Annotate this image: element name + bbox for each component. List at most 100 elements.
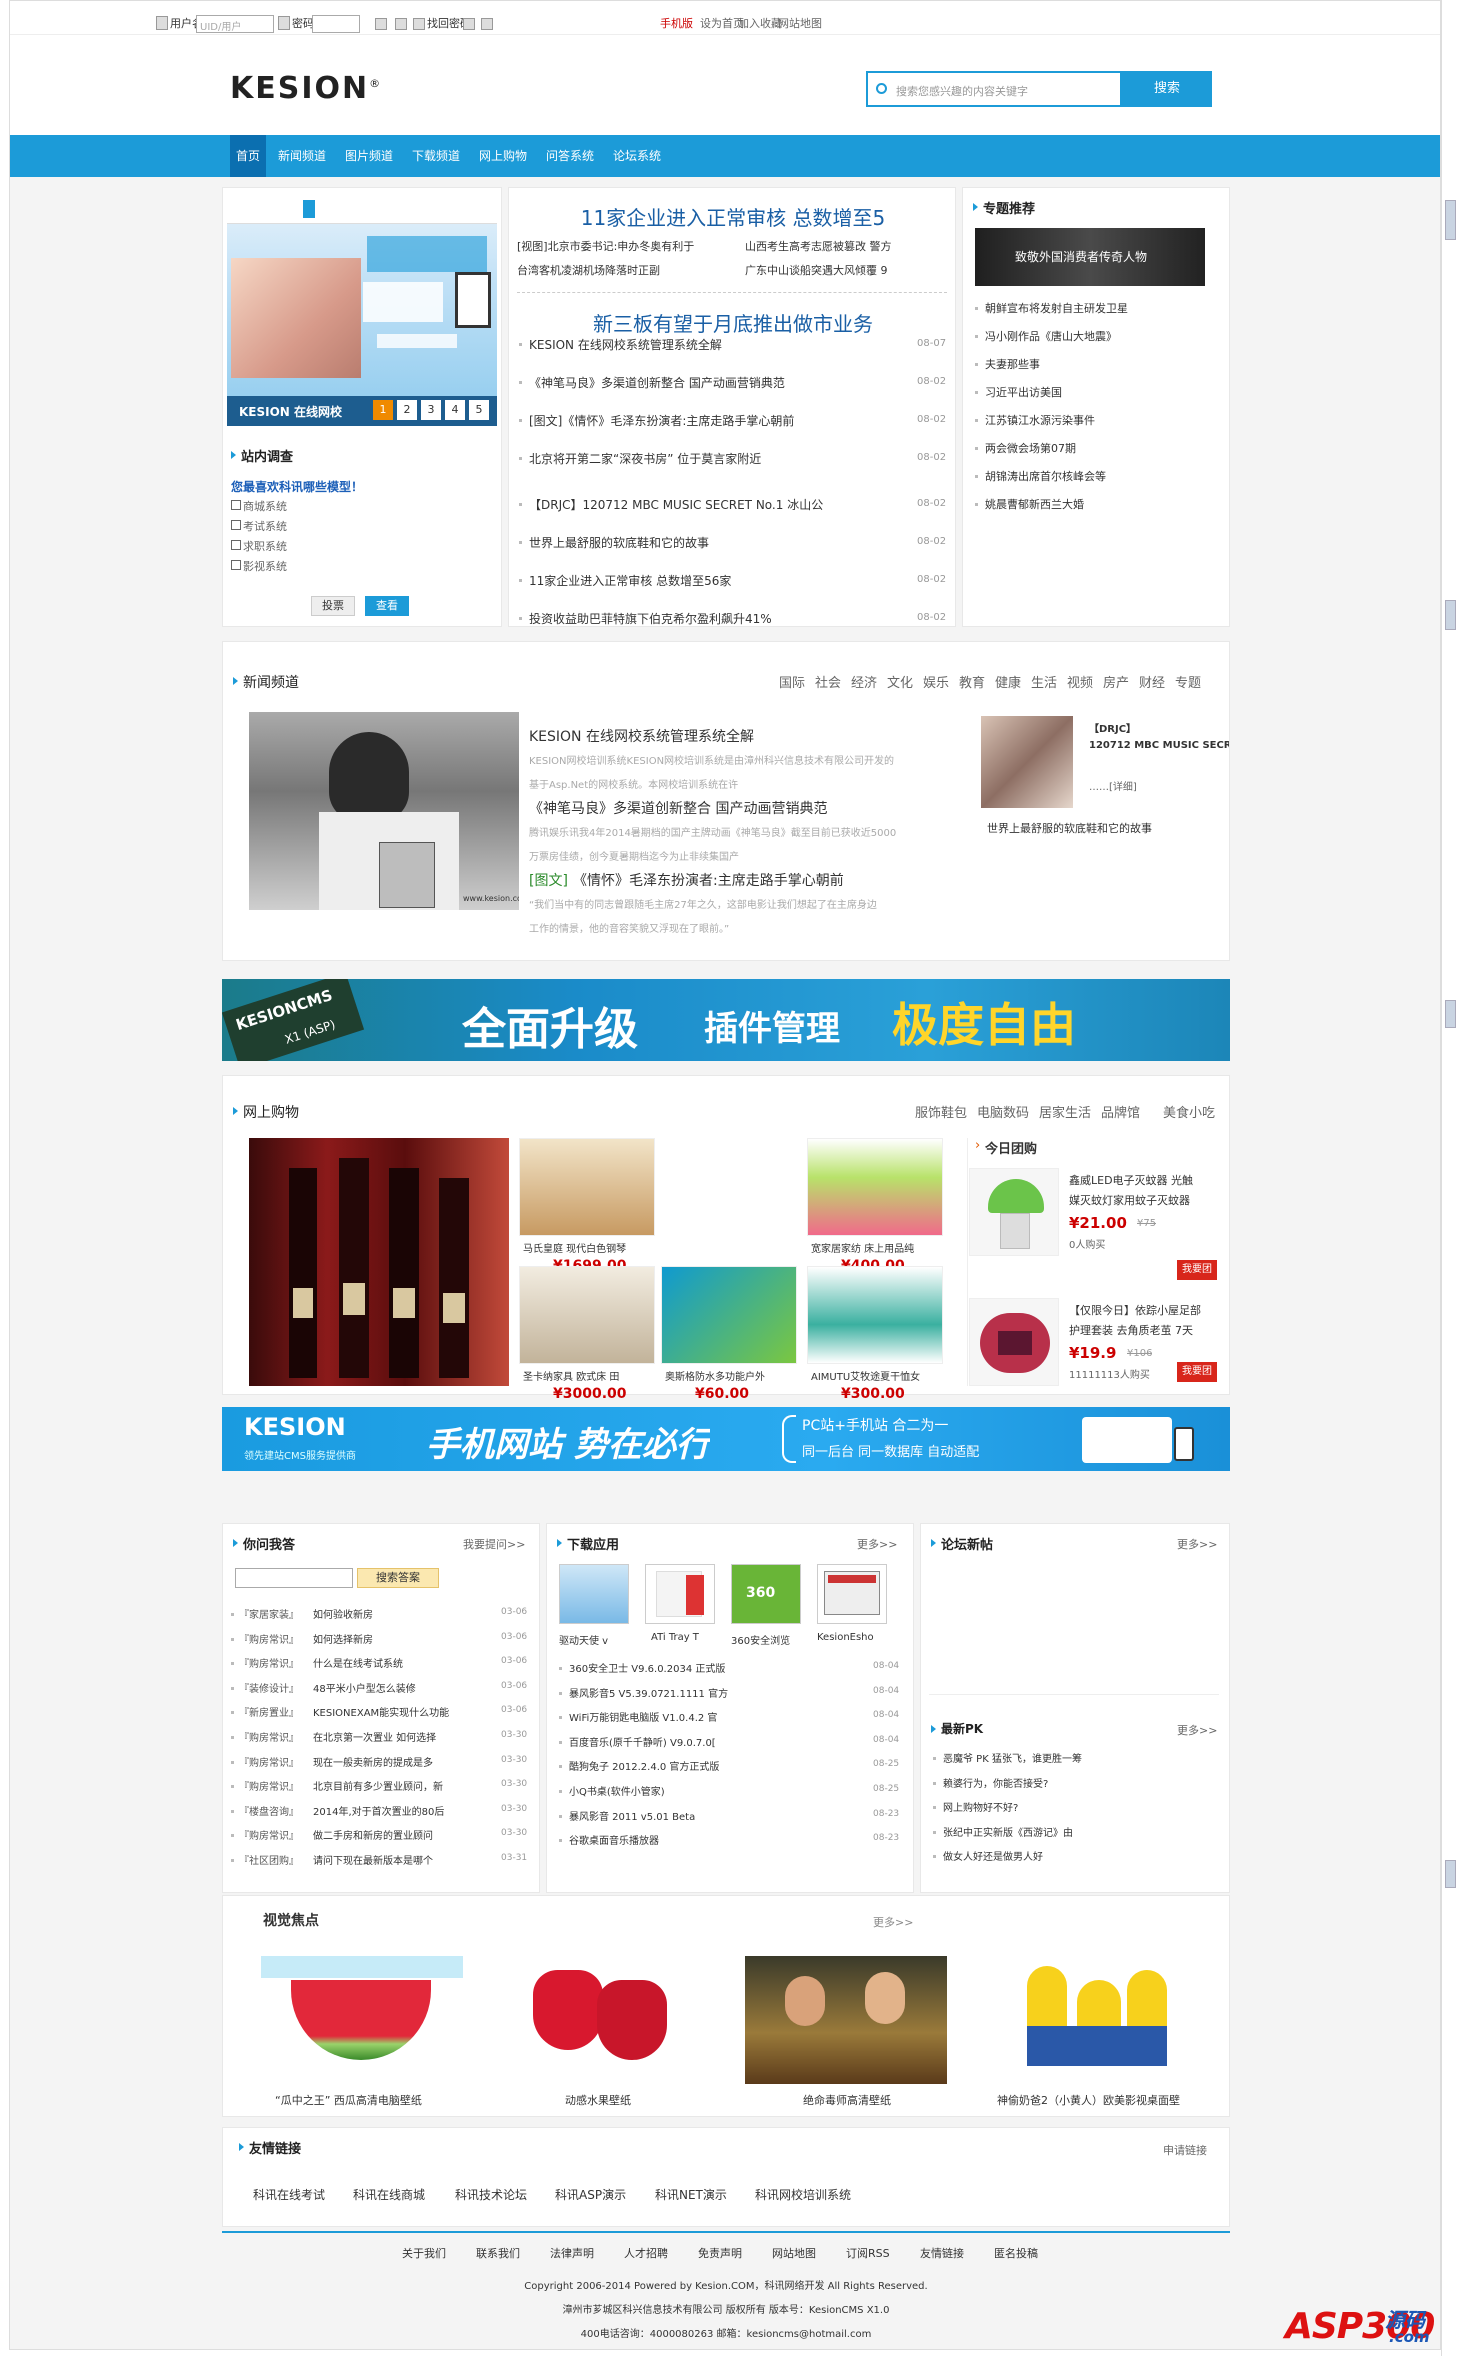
shop-item-name[interactable]: 奥斯格防水多功能户外 — [665, 1368, 795, 1383]
username-input[interactable]: UID/用户名/Email — [196, 15, 274, 48]
shop-item-image[interactable] — [807, 1138, 943, 1236]
news-item[interactable]: 《神笔马良》多渠道创新整合 国产动画营销典范 — [529, 374, 899, 391]
group-item-2-buy-button[interactable]: 我要团 — [1177, 1362, 1217, 1382]
forum-more-link[interactable]: 更多>> — [1177, 1536, 1217, 1552]
news-tab[interactable]: 专题 — [1175, 672, 1201, 691]
pk-item[interactable]: 张纪中正实新版《西游记》由 — [943, 1824, 1213, 1839]
shop-item-name[interactable]: AIMUTU艾牧途夏干恤女 — [811, 1368, 941, 1383]
app-name-3[interactable]: 360安全浏览 — [731, 1632, 790, 1647]
shop-item-image[interactable] — [519, 1138, 655, 1236]
site-logo[interactable]: KESION® — [230, 71, 382, 106]
group-item-1-name-1[interactable]: 鑫威LED电子灭蚊器 光触 — [1069, 1172, 1193, 1188]
nav-home[interactable]: 首页 — [230, 135, 267, 177]
pk-item[interactable]: 恶魔爷 PK 猛张飞，谁更胜一筹 — [943, 1750, 1213, 1765]
news-tab[interactable]: 娱乐 — [923, 672, 949, 691]
news-tab[interactable]: 房产 — [1103, 672, 1129, 691]
news-tab[interactable]: 健康 — [995, 672, 1021, 691]
news-article-1-title[interactable]: KESION 在线网校系统管理系统全解 — [529, 726, 754, 746]
group-item-1-image[interactable] — [969, 1168, 1059, 1256]
news-tab[interactable]: 国际 — [779, 672, 805, 691]
add-favorite-link[interactable]: 加入收藏 — [738, 15, 782, 31]
news-tab[interactable]: 经济 — [851, 672, 877, 691]
footer-link[interactable]: 人才招聘 — [624, 2245, 668, 2261]
news-photo[interactable]: www.kesion.com — [249, 712, 519, 910]
download-item[interactable]: 酷狗兔子 2012.2.4.0 官方正式版 — [569, 1758, 829, 1773]
nav-qa[interactable]: 问答系统 — [540, 135, 600, 177]
side-news-photo[interactable] — [981, 716, 1073, 808]
footer-link[interactable]: 免责声明 — [698, 2245, 742, 2261]
app-360-browser-icon[interactable]: 360 — [731, 1564, 801, 1624]
qa-category[interactable]: 『社区团购』 — [239, 1852, 299, 1867]
upgrade-banner[interactable]: KESIONCMS X1 (ASP) 全面升级 插件管理 极度自由 — [222, 979, 1230, 1061]
nav-downloads[interactable]: 下载频道 — [406, 135, 466, 177]
news-item[interactable]: 【DRJC】120712 MBC MUSIC SECRET No.1 冰山公 — [529, 496, 899, 513]
topic-item[interactable]: 朝鲜宣布将发射自主研发卫星 — [985, 300, 1215, 316]
qa-question[interactable]: 做二手房和新房的置业顾问 — [313, 1827, 489, 1842]
headline-1-sub-c[interactable]: 台湾客机凌湖机场降落时正副 — [517, 262, 660, 278]
side-news-caption[interactable]: 世界上最舒服的软底鞋和它的故事 — [987, 820, 1152, 836]
group-item-2-image[interactable] — [969, 1298, 1059, 1386]
qa-category[interactable]: 『购房常识』 — [239, 1655, 299, 1670]
news-tab[interactable]: 社会 — [815, 672, 841, 691]
news-tab[interactable]: 财经 — [1139, 672, 1165, 691]
shop-item-image[interactable] — [807, 1266, 943, 1364]
visual-caption-4[interactable]: 神偷奶爸2（小黄人）欧美影视桌面壁 — [997, 2092, 1180, 2108]
news-tab[interactable]: 生活 — [1031, 672, 1057, 691]
news-item[interactable]: 世界上最舒服的软底鞋和它的故事 — [529, 534, 899, 551]
qa-question[interactable]: 北京目前有多少置业顾问，新 — [313, 1778, 489, 1793]
download-item[interactable]: 暴风影音 2011 v5.01 Beta — [569, 1808, 829, 1823]
group-item-2-name-2[interactable]: 护理套装 去角质老茧 7天 — [1069, 1322, 1193, 1338]
visual-caption-1[interactable]: “瓜中之王” 西瓜高清电脑壁纸 — [275, 2092, 422, 2108]
survey-checkbox-1[interactable] — [231, 500, 241, 510]
weibo-login-icon[interactable] — [481, 18, 493, 30]
friend-link[interactable]: 科讯网校培训系统 — [755, 2186, 851, 2203]
topic-item[interactable]: 两会微会场第07期 — [985, 440, 1215, 456]
news-item[interactable]: KESION 在线网校系统管理系统全解 — [529, 336, 899, 353]
qa-category[interactable]: 『购房常识』 — [239, 1729, 299, 1744]
survey-checkbox-2[interactable] — [231, 520, 241, 530]
news-item[interactable]: 11家企业进入正常审核 总数增至56家 — [529, 572, 899, 589]
mobile-site-banner[interactable]: KESION 领先建站CMS服务提供商 手机网站 势在必行 PC站+手机站 合二… — [222, 1407, 1230, 1471]
qa-search-button[interactable]: 搜索答案 — [357, 1568, 439, 1588]
side-news-title-1[interactable]: 【DRJC】 — [1089, 720, 1136, 735]
news-article-2-title[interactable]: 《神笔马良》多渠道创新整合 国产动画营销典范 — [529, 798, 827, 818]
headline-1-sub-b[interactable]: 山西考生高考志愿被篡改 警方 — [745, 238, 892, 254]
visual-caption-2[interactable]: 动感水果壁纸 — [565, 2092, 631, 2108]
shop-item-name[interactable]: 马氏皇庭 现代白色钢琴 — [523, 1240, 653, 1255]
headline-1-sub-a[interactable]: [视图]北京市委书记:申办冬奥有利于 — [517, 238, 694, 254]
app-name-2[interactable]: ATi Tray T — [651, 1632, 699, 1643]
shop-tab[interactable]: 品牌馆 — [1101, 1102, 1140, 1121]
password-input[interactable] — [312, 15, 360, 33]
footer-link[interactable]: 订阅RSS — [846, 2245, 890, 2261]
visual-image-strawberry[interactable] — [503, 1956, 705, 2084]
topic-item[interactable]: 胡锦涛出席首尔核峰会等 — [985, 468, 1215, 484]
download-item[interactable]: 360安全卫士 V9.6.0.2034 正式版 — [569, 1660, 829, 1675]
nav-shopping[interactable]: 网上购物 — [473, 135, 533, 177]
friend-link[interactable]: 科讯在线考试 — [253, 2186, 325, 2203]
shop-tab[interactable]: 电脑数码 — [977, 1102, 1029, 1121]
footer-link[interactable]: 法律声明 — [550, 2245, 594, 2261]
sitemap-link[interactable]: 网站地图 — [778, 15, 822, 31]
nav-forum[interactable]: 论坛系统 — [607, 135, 667, 177]
app-ati-tray-icon[interactable] — [645, 1564, 715, 1624]
view-results-button[interactable]: 查看 — [365, 596, 409, 616]
footer-link[interactable]: 联系我们 — [476, 2245, 520, 2261]
mobile-version-link[interactable]: 手机版 — [660, 15, 693, 31]
qa-question[interactable]: 如何选择新房 — [313, 1631, 489, 1646]
pk-item[interactable]: 网上购物好不好? — [943, 1799, 1213, 1814]
visual-image-minions[interactable] — [987, 1956, 1189, 2084]
qa-question[interactable]: 请问下现在最新版本是哪个 — [313, 1852, 489, 1867]
qa-category[interactable]: 『装修设计』 — [239, 1680, 299, 1695]
survey-checkbox-3[interactable] — [231, 540, 241, 550]
download-item[interactable]: 谷歌桌面音乐播放器 — [569, 1832, 829, 1847]
qa-category[interactable]: 『购房常识』 — [239, 1631, 299, 1646]
qa-search-input[interactable] — [235, 1568, 353, 1588]
shop-item-name[interactable]: 宽家居家纺 床上用品纯 — [811, 1240, 941, 1255]
visual-image-breaking-bad[interactable] — [745, 1956, 947, 2084]
pk-item[interactable]: 做女人好还是做男人好 — [943, 1848, 1213, 1863]
visual-more-link[interactable]: 更多>> — [873, 1914, 913, 1930]
qa-question[interactable]: 2014年,对于首次置业的80后 — [313, 1803, 489, 1818]
qa-category[interactable]: 『购房常识』 — [239, 1754, 299, 1769]
friend-link[interactable]: 科讯在线商城 — [353, 2186, 425, 2203]
vertical-scrollbar[interactable] — [1441, 0, 1459, 2356]
